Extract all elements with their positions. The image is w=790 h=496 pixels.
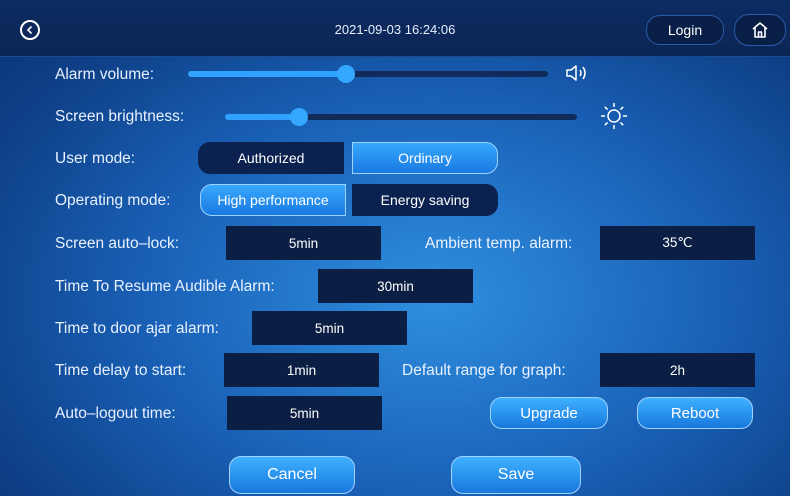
resume-audible-alarm-field[interactable]: 30min: [318, 269, 473, 303]
user-mode-authorized[interactable]: Authorized: [198, 142, 344, 174]
user-mode-label: User mode:: [55, 150, 136, 167]
door-ajar-alarm-label: Time to door ajar alarm:: [55, 320, 219, 337]
speaker-icon: [566, 65, 586, 81]
screen-brightness-knob[interactable]: [289, 108, 308, 126]
user-mode-ordinary[interactable]: Ordinary: [352, 142, 498, 174]
screen-brightness-slider[interactable]: [225, 108, 577, 126]
operating-mode-label: Operating mode:: [55, 192, 171, 209]
screen-brightness-label: Screen brightness:: [55, 108, 185, 125]
home-button[interactable]: [734, 14, 786, 46]
ambient-temp-alarm-field[interactable]: 35℃: [600, 226, 755, 260]
alarm-volume-slider[interactable]: [188, 65, 548, 83]
home-icon: [752, 22, 768, 38]
screen-brightness-fill: [225, 114, 299, 120]
reboot-button[interactable]: Reboot: [637, 397, 753, 429]
screen-auto-lock-field[interactable]: 5min: [226, 226, 381, 260]
cancel-button[interactable]: Cancel: [229, 456, 355, 494]
sun-icon: [601, 103, 627, 129]
alarm-volume-knob[interactable]: [337, 65, 356, 83]
login-button[interactable]: Login: [646, 15, 724, 45]
ambient-temp-alarm-label: Ambient temp. alarm:: [425, 235, 573, 252]
upgrade-button[interactable]: Upgrade: [490, 397, 608, 429]
operating-mode-energy-saving[interactable]: Energy saving: [352, 184, 498, 216]
auto-logout-field[interactable]: 5min: [227, 396, 382, 430]
delay-to-start-field[interactable]: 1min: [224, 353, 379, 387]
screen-auto-lock-label: Screen auto–lock:: [55, 235, 180, 252]
delay-to-start-label: Time delay to start:: [55, 362, 187, 379]
top-bar: 2021-09-03 16:24:06 Login: [0, 0, 790, 57]
auto-logout-label: Auto–logout time:: [55, 405, 176, 422]
save-button[interactable]: Save: [451, 456, 581, 494]
alarm-volume-fill: [188, 71, 347, 77]
alarm-volume-label: Alarm volume:: [55, 66, 155, 83]
operating-mode-high-performance[interactable]: High performance: [200, 184, 346, 216]
door-ajar-alarm-field[interactable]: 5min: [252, 311, 407, 345]
default-graph-range-field[interactable]: 2h: [600, 353, 755, 387]
resume-audible-alarm-label: Time To Resume Audible Alarm:: [55, 278, 275, 295]
default-graph-range-label: Default range for graph:: [402, 362, 566, 379]
